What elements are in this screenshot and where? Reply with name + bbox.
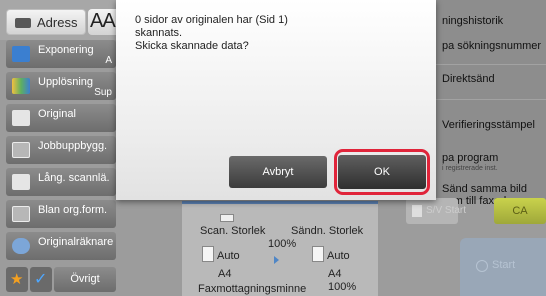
- checkmark-icon: ✓: [34, 271, 48, 288]
- original-counter-icon: [12, 238, 30, 254]
- search-history-label: ningshistorik: [442, 15, 504, 27]
- bw-start-button[interactable]: S/V Start: [406, 198, 466, 224]
- exposure-icon: [12, 46, 30, 62]
- clear-all-button[interactable]: CA: [494, 198, 546, 224]
- fax-scan-screen: Adress AA Exponering A Upplösning Sup Or…: [0, 0, 546, 296]
- mixed-size-icon: [12, 206, 30, 222]
- favorite-button[interactable]: ★: [6, 267, 28, 292]
- text-size-label: AA: [90, 10, 116, 32]
- address-label: Adress: [37, 15, 78, 30]
- top-bar: Adress AA: [0, 0, 118, 40]
- divider: [428, 99, 546, 100]
- send-size-label: Sändn. Storlek: [291, 225, 364, 237]
- exposure-value: A: [105, 55, 112, 66]
- original-counter-label: Originalräknare: [38, 236, 114, 248]
- scan-size-label: Scan. Storlek: [200, 225, 266, 237]
- document-icon: [312, 246, 324, 262]
- address-book-icon: [15, 18, 31, 28]
- same-image-item[interactable]: Sänd samma bild som till faxadressen: [428, 170, 546, 207]
- send-mode-value: Auto: [327, 250, 350, 262]
- dialog-message-line-1: 0 sidor av originalen har (Sid 1): [135, 14, 288, 26]
- fax-memory-value: 100%: [328, 281, 357, 293]
- job-build-label: Jobbuppbygg.: [38, 140, 108, 152]
- exposure-label: Exponering: [38, 44, 94, 56]
- program-label: pa program: [442, 152, 499, 164]
- scanner-icon: [220, 214, 234, 222]
- confirm-dialog: 0 sidor av originalen har (Sid 1) skanna…: [116, 0, 436, 200]
- verification-stamp-item[interactable]: Verifieringsstämpel: [428, 110, 546, 140]
- original-counter-button[interactable]: Originalräknare: [6, 232, 116, 260]
- long-scan-icon: [12, 174, 30, 190]
- search-history-item[interactable]: ningshistorik: [428, 0, 546, 40]
- resolution-label: Upplösning: [38, 76, 94, 88]
- start-icon: [476, 260, 488, 272]
- verification-stamp-label: Verifieringsstämpel: [442, 119, 535, 131]
- dialog-message-line-2: skannats.: [135, 27, 183, 39]
- scan-info-panel: Scan. Storlek Sändn. Storlek 100% Auto A…: [182, 201, 378, 296]
- star-icon: ★: [10, 271, 24, 288]
- bw-start-label: S/V Start: [426, 205, 467, 216]
- mixed-size-button[interactable]: Blan org.form.: [6, 200, 116, 228]
- arrow-right-icon: [274, 256, 279, 264]
- other-button[interactable]: Övrigt: [54, 267, 116, 292]
- resolution-button[interactable]: Upplösning Sup: [6, 72, 116, 100]
- settings-menu: Exponering A Upplösning Sup Original Job…: [6, 40, 116, 264]
- dialog-message-line-3: Skicka skannade data?: [135, 40, 249, 52]
- long-scan-label: Lång. scannlä.: [38, 172, 110, 184]
- bottom-left-bar: ★ ✓ Övrigt: [6, 267, 116, 292]
- address-button[interactable]: Adress: [6, 9, 86, 35]
- same-image-label: Sänd samma bild: [442, 183, 527, 195]
- search-number-label: pa sökningsnummer: [442, 40, 542, 52]
- job-build-icon: [12, 142, 30, 158]
- check-button[interactable]: ✓: [30, 267, 52, 292]
- direct-send-label: Direktsänd: [442, 73, 495, 85]
- dialog-message: 0 sidor av originalen har (Sid 1) skanna…: [135, 14, 415, 53]
- document-icon: [202, 246, 214, 262]
- send-paper-value: A4: [328, 268, 342, 280]
- zoom-value: 100%: [268, 238, 297, 250]
- ok-button[interactable]: OK: [338, 155, 426, 189]
- mixed-size-label: Blan org.form.: [38, 204, 108, 216]
- job-build-button[interactable]: Jobbuppbygg.: [6, 136, 116, 164]
- fax-memory-label: Faxmottagningsminne: [198, 283, 307, 295]
- program-item[interactable]: pa program i registrerade inst.: [428, 140, 546, 172]
- scan-mode-value: Auto: [217, 250, 240, 262]
- scan-paper-value: A4: [218, 268, 232, 280]
- search-number-item[interactable]: pa sökningsnummer: [428, 40, 546, 65]
- resolution-icon: [12, 78, 30, 94]
- original-button[interactable]: Original: [6, 104, 116, 132]
- long-scan-button[interactable]: Lång. scannlä.: [6, 168, 116, 196]
- original-label: Original: [38, 108, 76, 120]
- start-label: Start: [492, 259, 516, 271]
- cancel-button[interactable]: Avbryt: [229, 156, 327, 188]
- resolution-value: Sup: [94, 87, 112, 98]
- direct-send-item[interactable]: Direktsänd: [428, 66, 546, 100]
- exposure-button[interactable]: Exponering A: [6, 40, 116, 68]
- bw-icon: [412, 205, 422, 217]
- function-list: ningshistorik pa sökningsnummer Direktsä…: [428, 0, 546, 207]
- text-size-button[interactable]: AA: [88, 9, 118, 35]
- divider: [428, 64, 546, 65]
- original-icon: [12, 110, 30, 126]
- start-button[interactable]: Start: [460, 238, 546, 296]
